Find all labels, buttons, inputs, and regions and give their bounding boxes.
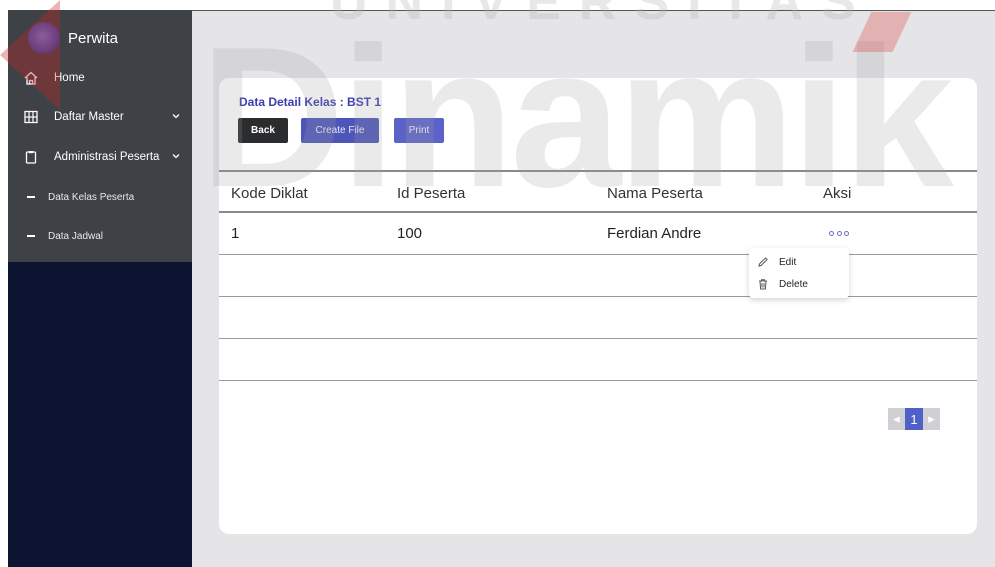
dash-icon (27, 235, 35, 237)
grid-icon (24, 110, 38, 124)
sidebar-subitem-data-kelas-peserta[interactable]: Data Kelas Peserta (8, 189, 192, 205)
page-title: Data Detail Kelas : BST 1 (239, 95, 382, 109)
table-row-empty (219, 339, 977, 381)
brand-name: Perwita (68, 29, 119, 47)
clipboard-icon (24, 150, 38, 164)
back-button[interactable]: Back (238, 118, 288, 143)
menu-item-label: Delete (779, 278, 808, 290)
table-row: 1 100 Ferdian Andre (219, 213, 977, 255)
cell-id-peserta: 100 (397, 225, 423, 242)
sidebar-subitem-label: Data Jadwal (48, 230, 104, 242)
sidebar: Perwita Home Daftar Master Administrasi … (8, 10, 192, 567)
content-card: Data Detail Kelas : BST 1 Back Create Fi… (219, 78, 977, 534)
menu-item-label: Edit (779, 256, 797, 268)
sidebar-subitem-data-jadwal[interactable]: Data Jadwal (8, 228, 192, 244)
brand-logo (28, 22, 60, 54)
next-page-button[interactable]: ▸ (923, 408, 940, 430)
table-header: Kode Diklat Id Peserta Nama Peserta Aksi (219, 170, 977, 213)
dash-icon (27, 196, 35, 198)
create-file-button[interactable]: Create File (301, 118, 379, 143)
menu-item-delete[interactable]: Delete (757, 276, 808, 292)
sidebar-item-home[interactable]: Home (8, 68, 192, 88)
sidebar-item-label: Home (54, 72, 85, 84)
pagination: ◂ 1 ▸ (888, 408, 940, 430)
chevron-down-icon (172, 154, 180, 159)
pencil-icon (758, 257, 768, 267)
chevron-down-icon (172, 114, 180, 119)
trash-icon (759, 279, 767, 290)
cell-kode-diklat: 1 (231, 225, 240, 242)
sidebar-item-label: Administrasi Peserta (54, 151, 160, 163)
sidebar-item-administrasi-peserta[interactable]: Administrasi Peserta (8, 147, 192, 167)
print-button[interactable]: Print (394, 118, 444, 143)
sidebar-item-daftar-master[interactable]: Daftar Master (8, 107, 192, 127)
sidebar-subitem-label: Data Kelas Peserta (48, 191, 135, 203)
table-row-empty (219, 297, 977, 339)
header-nama-peserta: Nama Peserta (607, 185, 703, 202)
page-number-button[interactable]: 1 (905, 408, 923, 430)
header-id-peserta: Id Peserta (397, 185, 466, 202)
menu-item-edit[interactable]: Edit (757, 254, 796, 270)
action-menu: Edit Delete (749, 248, 849, 298)
header-kode-diklat: Kode Diklat (231, 185, 308, 202)
prev-page-button[interactable]: ◂ (888, 408, 905, 430)
header-aksi: Aksi (823, 185, 852, 202)
sidebar-item-label: Daftar Master (54, 111, 124, 123)
cell-nama-peserta: Ferdian Andre (607, 225, 702, 242)
more-actions-icon[interactable] (829, 231, 849, 237)
brand[interactable]: Perwita (28, 22, 118, 54)
home-icon (24, 71, 38, 85)
table-row-empty (219, 255, 977, 297)
